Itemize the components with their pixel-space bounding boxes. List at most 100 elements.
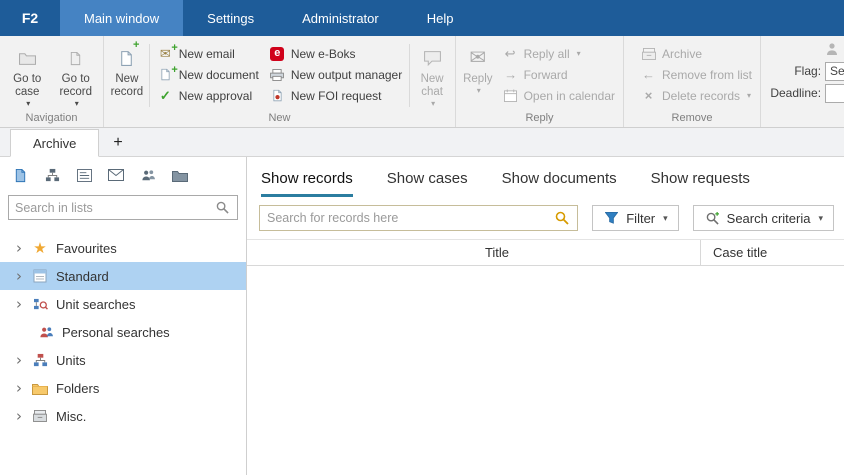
mail-view-icon[interactable]: [106, 169, 126, 181]
titlebar: F2 Main window Settings Administrator He…: [0, 0, 844, 36]
new-document-button[interactable]: + New document: [152, 64, 264, 85]
new-output-manager-button[interactable]: New output manager: [264, 64, 407, 85]
new-document-label: New document: [178, 67, 259, 82]
archive-icon: [640, 47, 657, 60]
records-view-icon[interactable]: [10, 168, 30, 183]
filter-button[interactable]: Filter ▾: [592, 205, 679, 231]
reply-all-button[interactable]: ↩ Reply all ▾: [497, 43, 620, 64]
expand-chevron-icon[interactable]: ›: [12, 352, 26, 368]
new-record-icon: +: [118, 39, 139, 73]
reply-all-label: Reply all: [523, 46, 570, 61]
add-tab-button[interactable]: +: [113, 135, 122, 151]
deadline-field[interactable]: [825, 83, 844, 103]
column-header-case-title[interactable]: Case title: [700, 240, 844, 265]
eboks-icon: e: [269, 46, 286, 61]
go-to-case-label: Go to case: [13, 73, 42, 99]
main-panel: Show records Show cases Show documents S…: [247, 157, 844, 475]
caret-down-icon: ▾: [747, 91, 752, 100]
sidebar: › ★ Favourites › Standard › Unit s: [0, 157, 247, 475]
search-criteria-button[interactable]: Search criteria ▾: [692, 205, 834, 231]
new-column-2: e New e-Boks New output manager New FOI …: [264, 40, 407, 111]
person-icon: [824, 42, 841, 56]
group-label-navigation: Navigation: [25, 112, 78, 124]
flag-select[interactable]: Se: [825, 61, 844, 81]
tab-main-window[interactable]: Main window: [60, 0, 184, 36]
new-foi-request-button[interactable]: New FOI request: [264, 85, 407, 106]
records-search-input[interactable]: [267, 211, 554, 225]
tree-item-units[interactable]: › Units: [0, 346, 246, 374]
expand-chevron-icon[interactable]: ›: [12, 268, 26, 284]
expand-chevron-icon[interactable]: ›: [12, 380, 26, 396]
tab-show-documents[interactable]: Show documents: [502, 170, 617, 197]
tree-item-favourites[interactable]: › ★ Favourites: [0, 234, 246, 262]
records-list-empty[interactable]: [247, 266, 844, 475]
go-to-case-button[interactable]: Go to case ▾: [3, 40, 52, 111]
column-header-title[interactable]: Title: [357, 245, 637, 260]
new-approval-button[interactable]: ✓ New approval: [152, 85, 264, 106]
search-row: Filter ▾ Search criteria ▾: [247, 197, 844, 239]
new-record-button[interactable]: + New record: [107, 39, 147, 111]
tree-item-label: Misc.: [56, 408, 87, 424]
group-label-reply: Reply: [525, 112, 554, 124]
remove-column: Archive ← Remove from list × Delete reco…: [627, 40, 757, 111]
search-icon[interactable]: [553, 211, 570, 225]
forward-label: Forward: [523, 67, 568, 82]
standard-icon: [30, 269, 50, 283]
new-chat-label: New chat: [420, 73, 444, 99]
tab-administrator[interactable]: Administrator: [278, 0, 403, 36]
tab-settings[interactable]: Settings: [183, 0, 278, 36]
hierarchy-view-icon[interactable]: [42, 168, 62, 183]
app-logo[interactable]: F2: [0, 0, 60, 36]
tab-show-cases[interactable]: Show cases: [387, 170, 468, 197]
tree-item-label: Units: [56, 352, 86, 368]
delete-icon: ×: [644, 88, 653, 103]
ribbon-group-new: + New record ✉ + New email + New documen…: [104, 36, 456, 127]
delete-records-button[interactable]: × Delete records ▾: [635, 85, 757, 106]
ribbon-group-reply: ✉ Reply ▾ ↩ Reply all ▾ ← Forward Open i…: [456, 36, 624, 127]
forward-button[interactable]: ← Forward: [497, 64, 620, 85]
records-search-box: [259, 205, 579, 231]
reply-label: Reply: [463, 73, 493, 85]
tab-help[interactable]: Help: [403, 0, 478, 36]
new-eboks-label: New e-Boks: [290, 46, 356, 61]
go-to-record-button[interactable]: Go to record ▾: [52, 40, 101, 111]
contacts-view-icon[interactable]: [138, 168, 158, 183]
personal-searches-icon: [36, 325, 56, 340]
misc-icon: [30, 410, 50, 422]
tree-item-misc[interactable]: › Misc.: [0, 402, 246, 430]
plus-badge-icon: +: [132, 39, 140, 51]
expand-chevron-icon[interactable]: ›: [12, 296, 26, 312]
open-in-calendar-button[interactable]: Open in calendar: [497, 85, 620, 106]
archive-button[interactable]: Archive: [635, 43, 757, 64]
chat-icon: [423, 43, 442, 73]
units-icon: [30, 353, 50, 368]
folders-view-icon[interactable]: [170, 169, 190, 182]
tab-show-requests[interactable]: Show requests: [651, 170, 750, 197]
remove-from-list-button[interactable]: ← Remove from list: [635, 64, 757, 85]
sidebar-search-input[interactable]: [15, 200, 214, 215]
expand-chevron-icon[interactable]: ›: [12, 408, 26, 424]
expand-chevron-icon[interactable]: ›: [12, 240, 26, 256]
workspace-tab-archive[interactable]: Archive: [10, 129, 100, 157]
remove-from-list-icon: ←: [642, 67, 655, 82]
new-email-button[interactable]: ✉ + New email: [152, 42, 264, 64]
new-record-label: New record: [110, 73, 144, 99]
tree-item-label: Folders: [56, 380, 100, 396]
ribbon-group-navigation: Go to case ▾ Go to record ▾ Navigation: [0, 36, 104, 127]
caret-down-icon: ▾: [431, 99, 436, 109]
new-chat-button[interactable]: New chat ▾: [412, 40, 452, 111]
new-output-manager-label: New output manager: [290, 67, 403, 82]
tab-show-records[interactable]: Show records: [261, 170, 353, 197]
list-view-icon[interactable]: [74, 168, 94, 182]
search-icon[interactable]: [214, 201, 231, 214]
tree-item-personal-searches[interactable]: › Personal searches: [0, 318, 246, 346]
separator: [409, 44, 411, 107]
reply-button[interactable]: ✉ Reply ▾: [459, 40, 497, 111]
tree-item-standard[interactable]: › Standard: [0, 262, 246, 290]
tree-item-unit-searches[interactable]: › Unit searches: [0, 290, 246, 318]
new-eboks-button[interactable]: e New e-Boks: [264, 43, 407, 64]
tree-item-label: Standard: [56, 268, 109, 284]
reply-column: ↩ Reply all ▾ ← Forward Open in calendar: [497, 40, 620, 111]
new-column-1: ✉ + New email + New document ✓ New approv…: [152, 40, 264, 111]
tree-item-folders[interactable]: › Folders: [0, 374, 246, 402]
